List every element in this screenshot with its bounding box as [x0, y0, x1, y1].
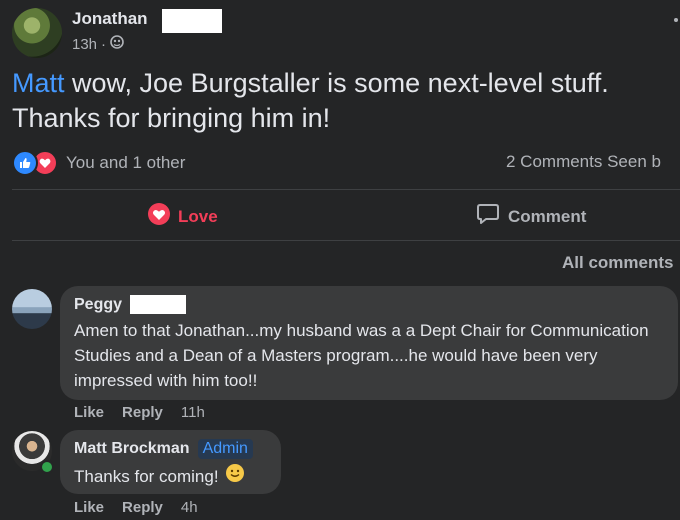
divider [12, 240, 680, 241]
comment-author[interactable]: Matt Brockman Admin [74, 439, 267, 459]
love-button[interactable]: Love [148, 203, 218, 230]
like-comment-button[interactable]: Like [74, 404, 104, 421]
meta-separator: · [101, 35, 107, 53]
post-author-avatar[interactable] [12, 8, 62, 58]
online-status-dot [40, 460, 54, 474]
redacted-surname [162, 9, 222, 33]
post-stats[interactable]: 2 Comments Seen b [506, 152, 661, 172]
comment-bubble: Matt Brockman Admin Thanks for coming! [60, 430, 281, 494]
comments-filter-dropdown[interactable]: All comments [562, 253, 673, 273]
comment-bubble: Peggy Amen to that Jonathan...my husband… [60, 286, 678, 400]
comment-text-body: Thanks for coming! [74, 467, 219, 486]
post-meta: 13h · [72, 35, 124, 53]
divider [12, 189, 680, 190]
love-label: Love [178, 206, 218, 226]
comment-time[interactable]: 11h [181, 404, 205, 421]
comment-icon [476, 203, 500, 230]
comment-actions: Like Reply 4h [74, 499, 198, 516]
comment-label: Comment [508, 206, 587, 226]
like-reaction-icon [12, 150, 38, 176]
reply-comment-button[interactable]: Reply [122, 499, 163, 516]
post-time[interactable]: 13h [72, 36, 97, 53]
comment-text: Amen to that Jonathan...my husband was a… [74, 321, 649, 390]
post-text: wow, Joe Burgstaller is some next-level … [12, 68, 609, 133]
smile-emoji-icon [225, 463, 245, 490]
reply-comment-button[interactable]: Reply [122, 404, 163, 421]
post-author-name[interactable]: Jonathan [72, 9, 148, 29]
admin-badge: Admin [197, 439, 253, 459]
comment-actions: Like Reply 11h [74, 404, 205, 421]
comment-author[interactable]: Peggy [74, 295, 664, 314]
privacy-friends-icon[interactable] [110, 35, 124, 53]
post-body: Matt wow, Joe Burgstaller is some next-l… [12, 66, 672, 136]
comment-author-name[interactable]: Matt Brockman [74, 440, 190, 458]
love-icon [148, 203, 170, 230]
more-options-icon[interactable] [674, 18, 678, 22]
redacted-surname [130, 295, 187, 314]
comment-button[interactable]: Comment [476, 203, 586, 230]
mention-link[interactable]: Matt [12, 68, 65, 98]
reactions-summary[interactable]: You and 1 other [12, 150, 185, 176]
reactions-count-text[interactable]: You and 1 other [66, 153, 185, 173]
post-author-name-text[interactable]: Jonathan [72, 9, 148, 28]
like-comment-button[interactable]: Like [74, 499, 104, 516]
comment-text: Thanks for coming! [74, 463, 267, 490]
commenter-avatar[interactable] [12, 289, 52, 329]
comment-author-name[interactable]: Peggy [74, 296, 122, 314]
comment-time[interactable]: 4h [181, 499, 198, 516]
